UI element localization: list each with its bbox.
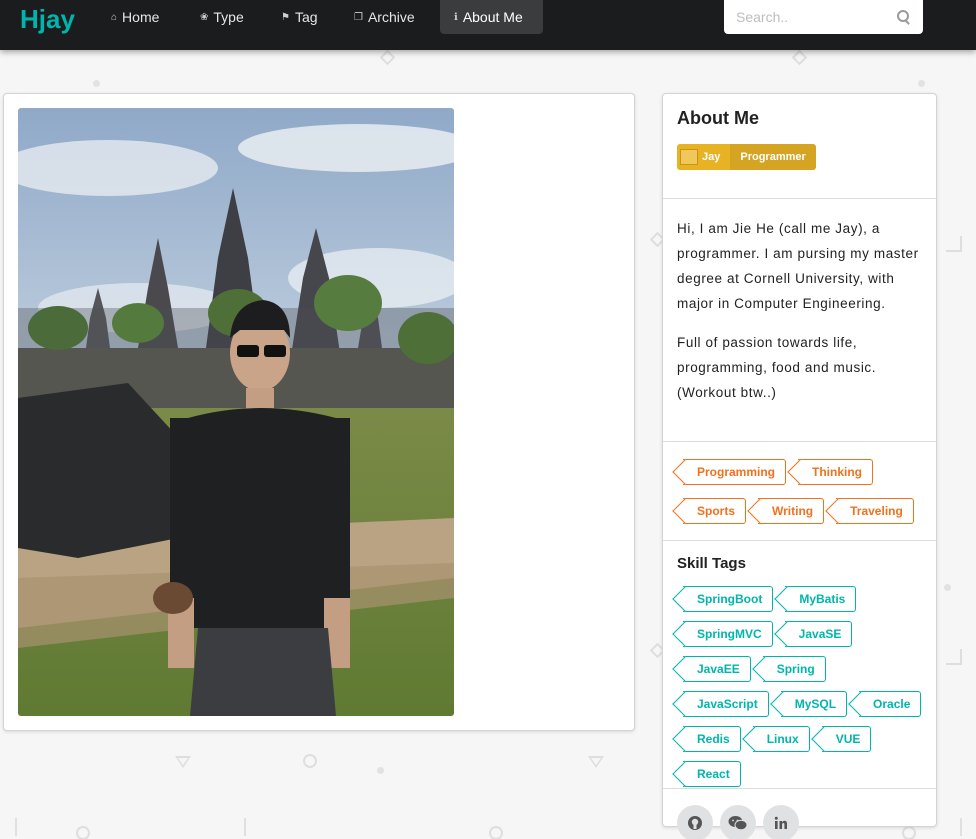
skill-tag[interactable]: Spring (762, 656, 826, 682)
skill-tags: SpringBoot MyBatis SpringMVC JavaSE Java… (677, 572, 922, 804)
role-label: Jay Programmer (677, 144, 816, 170)
tag-label: SpringMVC (697, 627, 762, 641)
interest-tag[interactable]: Traveling (836, 498, 914, 524)
tag-label: Spring (776, 662, 815, 676)
nav-item-home[interactable]: ⌂ Home (97, 0, 173, 34)
nav-item-label: Tag (294, 9, 318, 25)
github-icon[interactable] (677, 805, 713, 839)
tag-label: Programming (697, 465, 776, 479)
search-box (724, 0, 923, 34)
nav-item-tag[interactable]: ⚑ Tag (267, 0, 332, 34)
skill-tag[interactable]: JavaSE (784, 621, 853, 647)
tag-label: Thinking (812, 465, 863, 479)
bio-paragraph: Full of passion towards life, programmin… (677, 335, 877, 400)
skill-tag[interactable]: SpringBoot (683, 586, 774, 612)
tag-label: SpringBoot (697, 592, 763, 606)
home-icon: ⌂ (111, 11, 118, 23)
skill-tag[interactable]: JavaScript (683, 691, 769, 717)
nav-item-type[interactable]: ❀ Type (186, 0, 258, 34)
tag-label: Redis (697, 732, 730, 746)
skill-tag[interactable]: MySQL (780, 691, 848, 717)
tag-label: React (697, 767, 730, 781)
linkedin-icon[interactable] (763, 805, 799, 839)
skill-tag[interactable]: Linux (752, 726, 810, 752)
skill-tag[interactable]: VUE (821, 726, 872, 752)
skill-tag[interactable]: React (683, 761, 741, 787)
nav-item-archive[interactable]: ❐ Archive (340, 0, 429, 34)
author-name: Jay (702, 151, 721, 163)
search-icon[interactable] (897, 10, 911, 24)
nav-item-label: Type (213, 9, 244, 25)
tags-icon: ⚑ (281, 11, 290, 23)
tag-label: JavaScript (697, 697, 758, 711)
social-links (663, 789, 936, 839)
interest-tag[interactable]: Writing (758, 498, 825, 524)
tag-label: Sports (697, 504, 736, 518)
wechat-icon[interactable] (720, 805, 756, 839)
search-input[interactable] (736, 9, 886, 25)
skill-tag[interactable]: Redis (683, 726, 741, 752)
bio-section: Hi, I am Jie He (call me Jay), a program… (663, 199, 936, 442)
info-icon: ℹ (454, 11, 458, 23)
skill-tag[interactable]: JavaEE (683, 656, 751, 682)
tag-label: Traveling (850, 504, 903, 518)
photo-panel (3, 93, 635, 731)
tag-label: JavaEE (697, 662, 740, 676)
nav-item-label: Home (122, 9, 160, 25)
bio-paragraph: Hi, I am Jie He (call me Jay), a program… (677, 221, 919, 311)
tag-label: MyBatis (799, 592, 846, 606)
tag-label: MySQL (794, 697, 837, 711)
brand-logo[interactable]: Hjay (20, 4, 75, 35)
about-card: About Me Jay Programmer Hi, I am Jie He … (662, 93, 937, 839)
about-title: About Me (677, 108, 759, 128)
author-role: Programmer (730, 144, 816, 170)
skill-tags-title: Skill Tags (677, 555, 746, 572)
skill-tag[interactable]: MyBatis (785, 586, 857, 612)
tag-label: Oracle (873, 697, 911, 711)
interest-tag[interactable]: Thinking (798, 459, 874, 485)
interest-tag[interactable]: Sports (683, 498, 747, 524)
tag-label: Writing (772, 504, 814, 518)
avatar (680, 149, 698, 165)
interest-tags: Programming Thinking Sports Writing Trav… (663, 442, 936, 541)
about-header: About Me Jay Programmer (663, 108, 936, 199)
tag-label: JavaSE (798, 627, 842, 641)
skill-tag[interactable]: SpringMVC (683, 621, 773, 647)
skill-section: Skill Tags SpringBoot MyBatis SpringMVC … (663, 555, 936, 789)
profile-photo (18, 108, 454, 716)
nav-item-label: About Me (462, 9, 523, 25)
tag-label: VUE (835, 732, 861, 746)
idea-icon: ❀ (200, 11, 209, 23)
tag-label: Linux (766, 732, 799, 746)
top-navbar: Hjay ⌂ Home ❀ Type ⚑ Tag ❐ Archive ℹ Abo… (0, 0, 976, 50)
clone-icon: ❐ (354, 11, 363, 23)
nav-item-label: Archive (367, 9, 415, 25)
skill-tag[interactable]: Oracle (859, 691, 922, 717)
nav-item-about-me[interactable]: ℹ About Me (440, 0, 543, 34)
interest-tag[interactable]: Programming (683, 459, 787, 485)
